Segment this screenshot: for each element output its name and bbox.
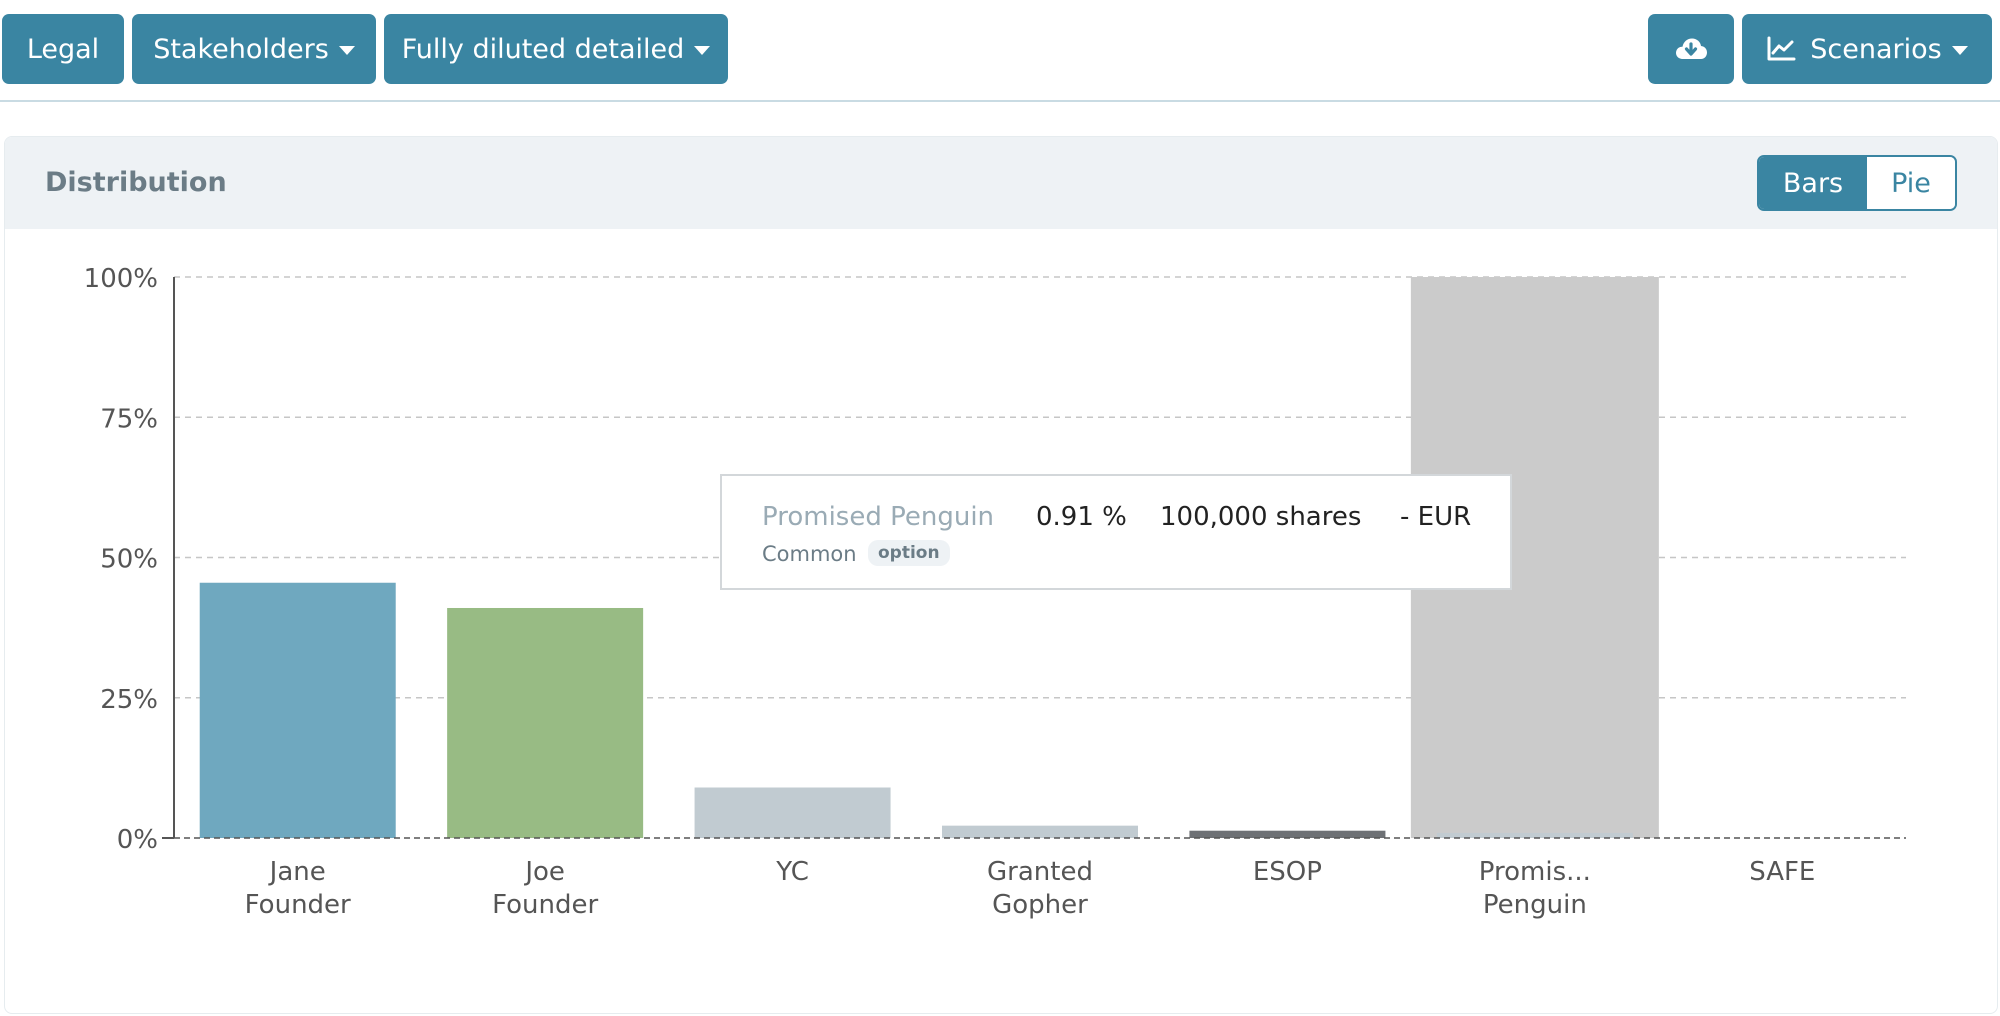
- legal-label: Legal: [26, 33, 100, 65]
- chart-type-toggle: Bars Pie: [1757, 155, 1957, 211]
- pie-toggle-button[interactable]: Pie: [1867, 157, 1955, 209]
- scenarios-label: Scenarios: [1810, 33, 1942, 65]
- tooltip-share-class: Common: [762, 542, 857, 566]
- bars-toggle-button[interactable]: Bars: [1759, 157, 1867, 209]
- caret-down-icon: [338, 45, 355, 55]
- caret-down-icon: [694, 45, 711, 55]
- tooltip-stakeholder-name: Promised Penguin: [762, 502, 995, 532]
- tooltip-badge: option: [868, 540, 950, 566]
- card-title: Distribution: [45, 167, 227, 198]
- scenarios-dropdown[interactable]: Scenarios: [1742, 14, 1992, 84]
- tooltip-percent: 0.91 %: [1036, 502, 1127, 532]
- tooltip-shares: 100,000 shares: [1160, 502, 1362, 532]
- line-chart-icon: [1766, 36, 1796, 62]
- card-header: Distribution Bars Pie: [5, 137, 1997, 229]
- stakeholders-label: Stakeholders: [153, 33, 329, 65]
- tooltip-currency: - EUR: [1400, 502, 1472, 532]
- legal-button[interactable]: Legal: [2, 14, 124, 84]
- stakeholders-dropdown[interactable]: Stakeholders: [132, 14, 376, 84]
- caret-down-icon: [1951, 45, 1968, 55]
- view-dropdown[interactable]: Fully diluted detailed: [384, 14, 728, 84]
- cloud-download-icon: [1674, 35, 1708, 63]
- toolbar: Legal Stakeholders Fully diluted detaile…: [0, 0, 2000, 102]
- chart-tooltip: Promised Penguin 0.91 % 100,000 shares -…: [720, 474, 1512, 590]
- download-button[interactable]: [1648, 14, 1734, 84]
- view-label: Fully diluted detailed: [401, 33, 685, 65]
